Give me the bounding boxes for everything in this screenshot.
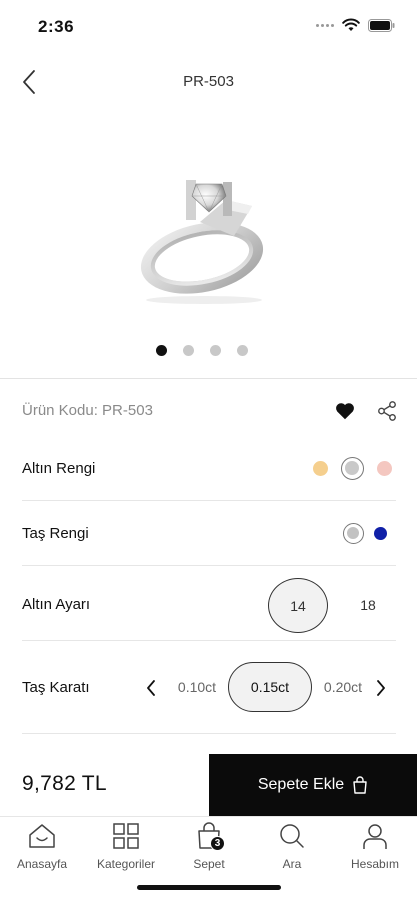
page-title: PR-503 xyxy=(183,73,234,90)
carat-option-010[interactable]: 0.10ct xyxy=(170,674,224,700)
tab-search-label: Ara xyxy=(282,857,302,871)
stone-color-white-swatch[interactable] xyxy=(343,523,364,544)
search-icon xyxy=(280,824,304,848)
carat-prev-button[interactable] xyxy=(140,674,162,702)
gold-color-label: Altın Rengi xyxy=(22,460,96,477)
home-indicator xyxy=(137,885,281,890)
stone-color-blue-swatch[interactable] xyxy=(374,527,387,540)
tab-account[interactable]: Hesabım xyxy=(335,821,415,871)
nav-header: PR-503 xyxy=(0,60,417,106)
battery-icon xyxy=(368,18,395,32)
divider xyxy=(0,378,417,379)
gold-color-white-swatch[interactable] xyxy=(341,457,364,480)
signal-icon xyxy=(316,23,334,27)
home-icon xyxy=(29,824,55,848)
chevron-left-icon xyxy=(147,680,155,696)
divider xyxy=(22,565,396,566)
gold-karat-option-14[interactable]: 14 xyxy=(268,578,328,633)
add-to-cart-label: Sepete Ekle xyxy=(257,776,345,793)
product-code: Ürün Kodu: PR-503 xyxy=(22,402,153,419)
status-bar: 2:36 xyxy=(0,0,417,50)
carousel-dot[interactable] xyxy=(182,345,194,356)
product-image[interactable] xyxy=(130,162,290,312)
heart-icon[interactable] xyxy=(334,400,356,422)
gold-color-yellow-swatch[interactable] xyxy=(313,461,328,476)
tab-bar: Anasayfa Kategoriler 3 Sepet Ara Hesabım xyxy=(0,816,417,876)
carousel-dots xyxy=(0,345,417,356)
status-time: 2:36 xyxy=(38,17,75,36)
tab-home[interactable]: Anasayfa xyxy=(2,821,82,871)
tab-categories[interactable]: Kategoriler xyxy=(86,821,166,871)
tab-cart-label: Sepet xyxy=(193,857,225,871)
stone-color-label: Taş Rengi xyxy=(22,525,89,542)
divider xyxy=(22,640,396,641)
product-code-row: Ürün Kodu: PR-503 xyxy=(22,398,398,424)
divider xyxy=(22,733,396,734)
carat-option-015[interactable]: 0.15ct xyxy=(228,662,312,712)
divider xyxy=(22,500,396,501)
wifi-icon xyxy=(342,18,360,31)
tab-home-label: Anasayfa xyxy=(16,857,68,871)
gold-karat-option-18[interactable]: 18 xyxy=(348,592,388,618)
gold-color-rose-swatch[interactable] xyxy=(377,461,392,476)
add-to-cart-button[interactable]: Sepete Ekle xyxy=(209,754,417,816)
chevron-right-icon xyxy=(377,680,385,696)
carousel-dot[interactable] xyxy=(236,345,248,356)
carat-option-020[interactable]: 0.20ct xyxy=(316,674,370,700)
product-price: 9,782 TL xyxy=(22,772,107,795)
grid-icon xyxy=(113,823,139,849)
cart-badge: 3 xyxy=(210,836,225,851)
carousel-dot[interactable] xyxy=(155,345,167,356)
share-icon[interactable] xyxy=(376,400,398,422)
tab-account-label: Hesabım xyxy=(350,857,400,871)
bag-icon xyxy=(353,776,367,794)
carousel-dot[interactable] xyxy=(209,345,221,356)
carat-next-button[interactable] xyxy=(370,674,392,702)
tab-categories-label: Kategoriler xyxy=(96,857,156,871)
ring-image xyxy=(140,180,264,304)
tab-cart[interactable]: 3 Sepet xyxy=(169,821,249,871)
tab-search[interactable]: Ara xyxy=(252,821,332,871)
stone-carat-label: Taş Karatı xyxy=(22,679,90,696)
user-icon xyxy=(363,824,387,849)
status-icons xyxy=(316,18,395,32)
gold-karat-label: Altın Ayarı xyxy=(22,596,91,613)
